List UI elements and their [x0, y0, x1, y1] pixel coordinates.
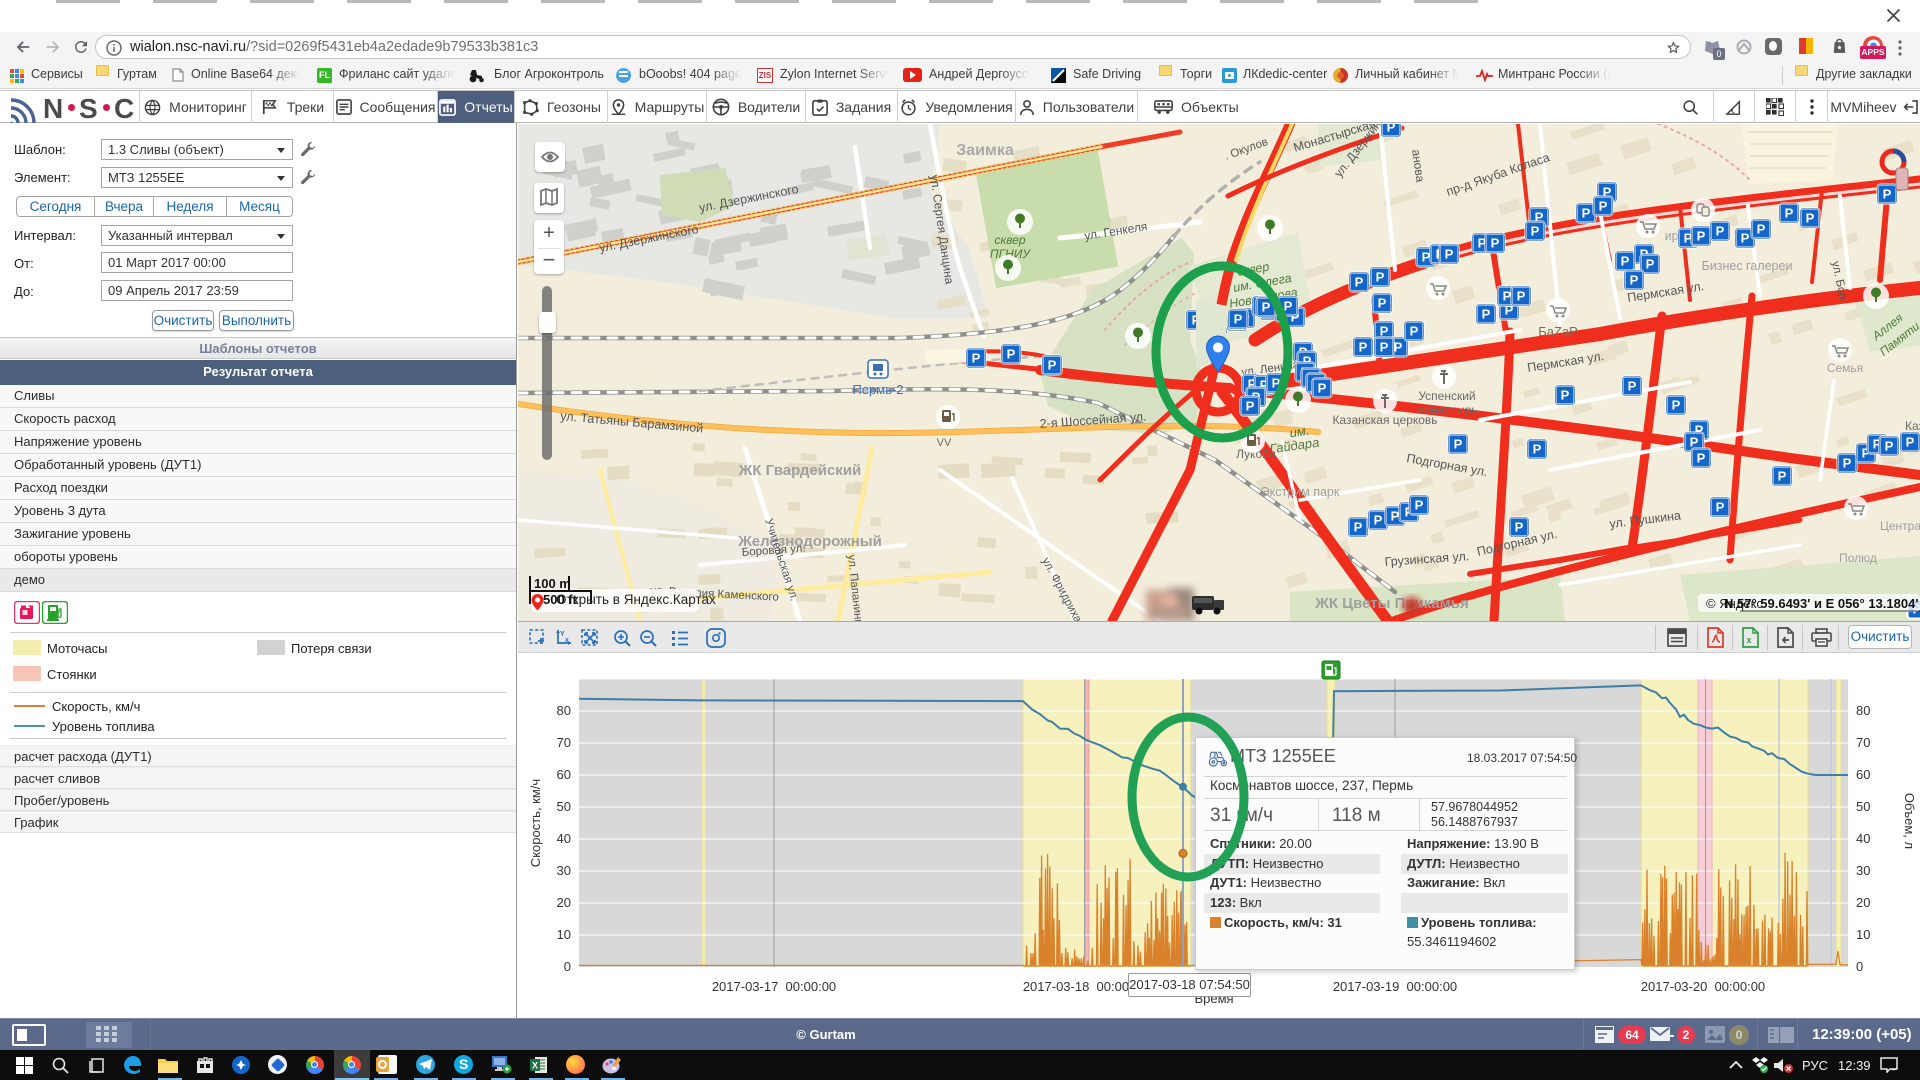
svg-text:Семья: Семья [1827, 361, 1863, 375]
svg-text:30: 30 [1856, 863, 1870, 878]
svg-text:P: P [1716, 500, 1725, 515]
svg-text:Пермь-2: Пермь-2 [852, 382, 903, 397]
svg-text:P: P [1246, 399, 1255, 414]
svg-text:P: P [1374, 513, 1383, 528]
svg-text:Полюд: Полюд [1839, 551, 1877, 565]
svg-text:2017-03-17 00:00:00: 2017-03-17 00:00:00 [712, 979, 836, 994]
svg-text:P: P [1410, 324, 1419, 339]
svg-text:P: P [1885, 439, 1894, 454]
svg-text:P: P [1262, 300, 1271, 315]
svg-text:10: 10 [1856, 927, 1870, 942]
svg-text:P: P [1533, 442, 1542, 457]
svg-text:БаZаР: БаZаР [1538, 324, 1578, 339]
svg-text:Скорость, км/ч: Скорость, км/ч [528, 779, 543, 867]
svg-text:0: 0 [1856, 959, 1863, 974]
svg-text:P: P [1391, 509, 1400, 524]
svg-text:P: P [1503, 289, 1512, 304]
svg-text:P: P [1378, 296, 1387, 311]
svg-text:P: P [1757, 222, 1766, 237]
svg-text:VV: VV [937, 437, 952, 449]
svg-text:P: P [1515, 520, 1524, 535]
svg-text:P: P [1690, 435, 1699, 450]
svg-text:сквер: сквер [994, 233, 1025, 247]
svg-text:40: 40 [1856, 831, 1870, 846]
svg-text:30: 30 [557, 863, 571, 878]
svg-text:P: P [1697, 451, 1706, 466]
svg-text:Каза: Каза [1905, 419, 1920, 433]
svg-text:80: 80 [1856, 703, 1870, 718]
svg-text:ЖК Цветы Прикамья: ЖК Цветы Прикамья [1314, 595, 1468, 612]
svg-text:Экстрим парк: Экстрим парк [1261, 485, 1340, 499]
svg-text:P: P [1491, 236, 1500, 251]
svg-text:50: 50 [1856, 799, 1870, 814]
svg-text:x: x [565, 637, 569, 644]
svg-text:x: x [1747, 635, 1752, 645]
svg-text:P: P [1599, 199, 1608, 214]
svg-text:P: P [1561, 388, 1570, 403]
svg-text:P: P [1630, 273, 1639, 288]
svg-text:P: P [1806, 211, 1815, 226]
svg-text:Заимка: Заимка [956, 142, 1014, 159]
svg-text:P: P [1646, 257, 1655, 272]
svg-text:P: P [1454, 437, 1463, 452]
svg-text:N 57° 59.6493' и E 056° 13.180: N 57° 59.6493' и E 056° 13.1804' [1724, 596, 1918, 611]
svg-text:2017-03-19 00:00:00: 2017-03-19 00:00:00 [1333, 979, 1457, 994]
svg-text:Казанская церковь: Казанская церковь [1332, 413, 1437, 427]
svg-text:P: P [1422, 250, 1431, 265]
svg-text:Бизнес галереи: Бизнес галереи [1702, 259, 1793, 273]
svg-text:P: P [1785, 206, 1794, 221]
svg-text:X: X [532, 1061, 538, 1071]
svg-text:60: 60 [1856, 767, 1870, 782]
svg-text:P: P [1621, 254, 1630, 269]
svg-text:P: P [1482, 307, 1491, 322]
svg-text:Центральн: Центральн [1880, 519, 1920, 533]
svg-text:P: P [1007, 347, 1016, 362]
svg-text:P: P [1376, 270, 1385, 285]
svg-text:P: P [1355, 275, 1364, 290]
svg-text:P: P [1394, 340, 1403, 355]
svg-text:70: 70 [1856, 735, 1870, 750]
svg-text:P: P [1778, 469, 1787, 484]
svg-text:10: 10 [557, 927, 571, 942]
svg-text:P: P [1380, 340, 1389, 355]
svg-text:P: P [1318, 381, 1327, 396]
svg-text:P: P [1628, 379, 1637, 394]
svg-text:0: 0 [564, 959, 571, 974]
svg-text:ЖК Гвардейский: ЖК Гвардейский [738, 462, 862, 479]
svg-text:40: 40 [557, 831, 571, 846]
svg-text:50: 50 [557, 799, 571, 814]
svg-text:20: 20 [557, 895, 571, 910]
svg-text:P: P [1906, 435, 1915, 450]
svg-text:P: P [1359, 340, 1368, 355]
svg-text:Объем, л: Объем, л [1902, 793, 1917, 849]
svg-text:P: P [1582, 206, 1591, 221]
svg-text:P: P [1445, 247, 1454, 262]
svg-text:P: P [1716, 224, 1725, 239]
svg-text:P: P [1354, 520, 1363, 535]
svg-text:P: P [1672, 398, 1681, 413]
svg-text:P: P [1415, 498, 1424, 513]
svg-text:P: P [1517, 289, 1526, 304]
svg-text:70: 70 [557, 735, 571, 750]
svg-text:Успенский: Успенский [1418, 389, 1475, 403]
svg-text:P: P [1741, 231, 1750, 246]
svg-text:P: P [1387, 124, 1396, 135]
svg-text:P: P [1883, 187, 1892, 202]
svg-text:P: P [1380, 324, 1389, 339]
svg-text:80: 80 [557, 703, 571, 718]
svg-text:P: P [1843, 456, 1852, 471]
svg-text:60: 60 [557, 767, 571, 782]
svg-text:2017-03-20 00:00:00: 2017-03-20 00:00:00 [1641, 979, 1765, 994]
svg-text:P: P [1697, 229, 1706, 244]
svg-text:20: 20 [1856, 895, 1870, 910]
svg-text:P: P [972, 351, 981, 366]
svg-text:P: P [1531, 224, 1540, 239]
svg-text:P: P [1234, 312, 1243, 327]
svg-text:P: P [1048, 358, 1057, 373]
